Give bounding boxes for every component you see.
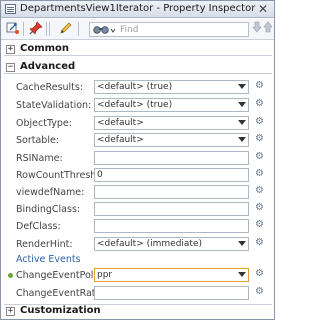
section-title: Common <box>20 43 70 54</box>
cache-results-combo[interactable]: <default> (true) <box>94 80 249 94</box>
property-row-render-hint: RenderHint: <default> (immediate) ⚙ <box>1 237 274 253</box>
toolbar-separator <box>23 22 24 36</box>
property-row-change-event-policy: ChangeEventPolicy: ppr ⚙ <box>1 268 274 284</box>
property-row-cache-results: CacheResults: <default> (true) ⚙ <box>1 80 274 96</box>
dropdown-arrow-icon[interactable] <box>238 272 246 277</box>
expand-icon[interactable]: + <box>6 45 15 54</box>
field-value: <default> <box>97 118 144 128</box>
change-event-rate-field[interactable] <box>94 286 249 300</box>
property-label: viewdefName: <box>16 187 85 198</box>
toolbar-separator <box>49 22 50 36</box>
edit-icon[interactable] <box>57 21 74 38</box>
gear-icon[interactable]: ⚙ <box>255 169 265 179</box>
section-divider <box>4 304 272 305</box>
property-label: RenderHint: <box>16 239 73 250</box>
property-label: Sortable: <box>16 135 60 146</box>
dropdown-arrow-icon[interactable] <box>238 84 246 89</box>
property-label: CacheResults: <box>16 82 84 93</box>
property-label: RSIName: <box>16 153 63 164</box>
property-row-binding-class: BindingClass: ⚙ <box>1 202 274 218</box>
modified-indicator-icon <box>8 273 13 278</box>
dropdown-arrow-icon[interactable] <box>238 241 246 246</box>
viewdef-name-field[interactable] <box>94 185 249 199</box>
expand-icon[interactable]: + <box>6 307 15 316</box>
section-advanced[interactable]: − Advanced <box>4 61 272 74</box>
property-label: DefClass: <box>16 221 61 232</box>
property-row-row-count-threshold: RowCountThreshold: 0 ⚙ <box>1 168 274 184</box>
property-label: ChangeEventRate: <box>16 288 105 299</box>
property-label: StateValidation: <box>16 100 92 111</box>
property-row-object-type: ObjectType: <default> ⚙ <box>1 116 274 132</box>
field-value: <default> (immediate) <box>97 239 202 249</box>
property-row-rsi-name: RSIName: ⚙ <box>1 151 274 167</box>
render-hint-combo[interactable]: <default> (immediate) <box>94 237 249 251</box>
property-inspector-icon <box>5 4 16 14</box>
gear-icon[interactable]: ⚙ <box>255 186 265 196</box>
field-value: <default> (true) <box>97 82 173 92</box>
section-customization[interactable]: + Customization <box>4 305 272 318</box>
property-label: BindingClass: <box>16 204 81 215</box>
rsi-name-field[interactable] <box>94 151 249 165</box>
search-up-icon[interactable] <box>263 21 273 38</box>
property-label: ObjectType: <box>16 118 72 129</box>
bind-icon[interactable] <box>4 21 21 38</box>
gear-icon[interactable]: ⚙ <box>255 134 265 144</box>
property-inspector-window: DepartmentsView1Iterator - Property Insp… <box>0 0 275 320</box>
gear-icon[interactable]: ⚙ <box>255 99 265 109</box>
gear-icon[interactable]: ⚙ <box>255 117 265 127</box>
dropdown-arrow-icon[interactable] <box>238 102 246 107</box>
gear-icon[interactable]: ⚙ <box>255 220 265 230</box>
search-box <box>89 22 249 37</box>
section-title: Customization <box>20 305 101 316</box>
def-class-field[interactable] <box>94 219 249 233</box>
object-type-combo[interactable]: <default> <box>94 116 249 130</box>
field-value: <default> (true) <box>97 100 173 110</box>
property-row-def-class: DefClass: ⚙ <box>1 219 274 235</box>
state-validation-combo[interactable]: <default> (true) <box>94 98 249 112</box>
section-title: Advanced <box>20 61 76 72</box>
toolbar-separator <box>46 22 47 36</box>
row-count-threshold-field[interactable]: 0 <box>94 168 249 182</box>
pin-icon[interactable] <box>27 21 44 38</box>
field-value: ppr <box>97 270 113 280</box>
toolbar <box>1 19 274 40</box>
close-icon[interactable]: ✕ <box>256 2 270 16</box>
gear-icon[interactable]: ⚙ <box>255 287 265 297</box>
binding-class-field[interactable] <box>94 202 249 216</box>
active-events-heading: Active Events <box>16 254 81 265</box>
property-row-viewdef-name: viewdefName: ⚙ <box>1 185 274 201</box>
search-down-icon[interactable] <box>252 21 262 38</box>
gear-icon[interactable]: ⚙ <box>255 152 265 162</box>
title-bar: DepartmentsView1Iterator - Property Insp… <box>1 1 274 18</box>
gear-icon[interactable]: ⚙ <box>255 203 265 213</box>
search-input[interactable] <box>120 23 246 36</box>
property-row-state-validation: StateValidation: <default> (true) ⚙ <box>1 98 274 114</box>
toolbar-separator <box>78 22 79 36</box>
gear-icon[interactable]: ⚙ <box>255 269 265 279</box>
window-title: DepartmentsView1Iterator - Property Insp… <box>20 3 256 14</box>
field-value: <default> <box>97 135 144 145</box>
sortable-combo[interactable]: <default> <box>94 133 249 147</box>
gear-icon[interactable]: ⚙ <box>255 81 265 91</box>
property-row-change-event-rate: ChangeEventRate: ⚙ <box>1 286 274 302</box>
dropdown-arrow-icon[interactable] <box>238 120 246 125</box>
change-event-policy-combo[interactable]: ppr <box>94 268 249 282</box>
gear-icon[interactable]: ⚙ <box>255 238 265 248</box>
section-common[interactable]: + Common <box>4 43 272 56</box>
property-row-sortable: Sortable: <default> ⚙ <box>1 133 274 149</box>
collapse-icon[interactable]: − <box>6 63 15 72</box>
dropdown-arrow-icon[interactable] <box>238 137 246 142</box>
binoculars-icon[interactable] <box>92 24 116 36</box>
